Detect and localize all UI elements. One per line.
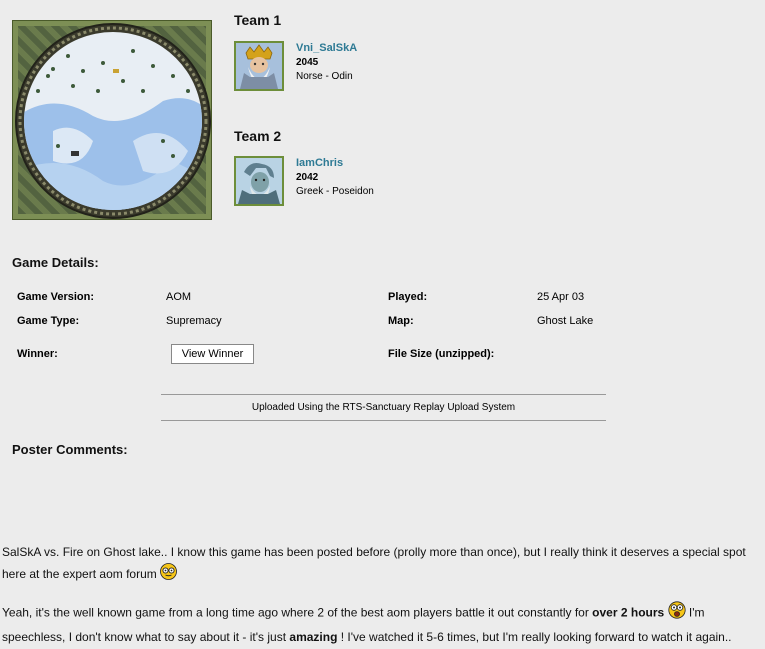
player-name-link[interactable]: IamChris: [296, 157, 343, 169]
winner-label: Winner:: [17, 348, 58, 360]
comment-paragraph-1: SalSkA vs. Fire on Ghost lake.. I know t…: [2, 542, 762, 587]
game-version-value: AOM: [166, 291, 192, 303]
played-value: 25 Apr 03: [537, 291, 585, 303]
nerd-smiley-icon: [160, 563, 177, 587]
upload-note: Uploaded Using the RTS-Sanctuary Replay …: [161, 394, 606, 421]
game-type-value: Supremacy: [166, 315, 222, 327]
comment-text: Yeah, it's the well known game from a lo…: [2, 605, 593, 620]
player-rating: 2045: [296, 57, 319, 68]
map-thumbnail: [12, 20, 212, 220]
played-label: Played:: [388, 291, 428, 303]
player-name-link[interactable]: Vni_SalSkA: [296, 42, 357, 54]
odin-portrait-icon[interactable]: [234, 41, 284, 91]
shocked-smiley-icon: [667, 600, 686, 627]
poseidon-portrait-icon[interactable]: [234, 156, 284, 206]
game-details-heading: Game Details:: [12, 255, 99, 270]
map-value: Ghost Lake: [537, 315, 594, 327]
comment-text: ! I've watched it 5-6 times, but I'm rea…: [337, 630, 732, 644]
game-version-label: Game Version:: [17, 291, 95, 303]
team-2-heading: Team 2: [234, 128, 282, 144]
comment-bold-text: amazing: [289, 630, 338, 644]
game-type-label: Game Type:: [17, 315, 80, 327]
ghost-lake-map-icon: [15, 23, 211, 219]
file-size-label: File Size (unzipped):: [388, 348, 495, 360]
map-label: Map:: [388, 315, 414, 327]
player-civilization: Greek - Poseidon: [296, 186, 374, 197]
player-civilization: Norse - Odin: [296, 71, 353, 82]
poster-comments-heading: Poster Comments:: [12, 442, 128, 457]
team-1-heading: Team 1: [234, 12, 282, 28]
view-winner-button[interactable]: View Winner: [171, 344, 254, 364]
player-rating: 2042: [296, 172, 319, 183]
comment-text: SalSkA vs. Fire on Ghost lake.. I know t…: [2, 545, 746, 582]
comment-bold-text: over 2 hours: [592, 605, 665, 620]
comment-paragraph-2: Yeah, it's the well known game from a lo…: [2, 600, 762, 648]
